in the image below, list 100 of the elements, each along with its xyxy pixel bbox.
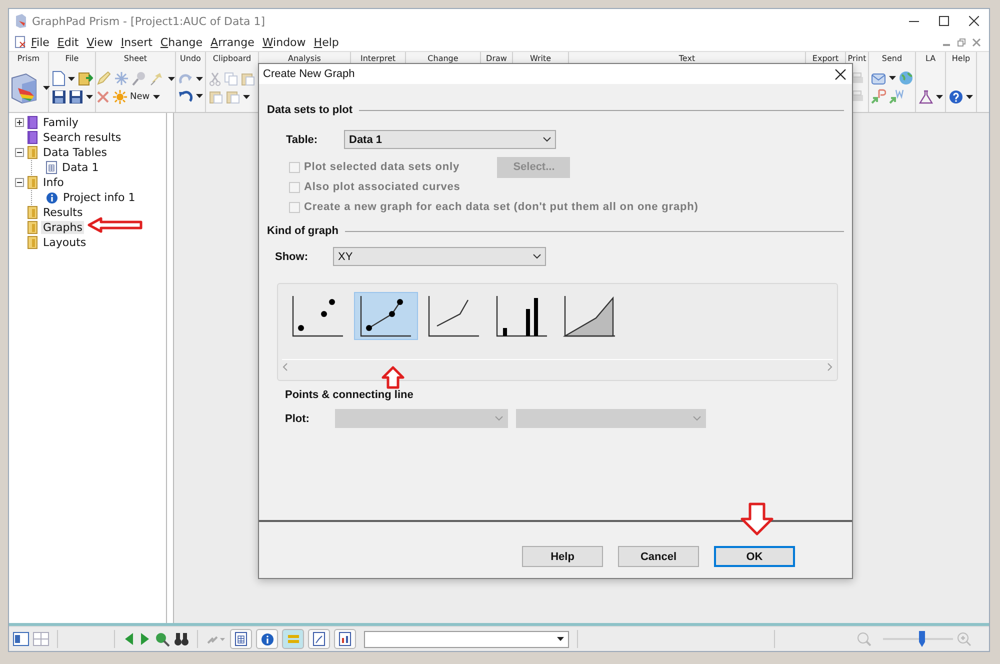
menu-item[interactable]: Edit [53, 36, 83, 48]
group-label: Print [848, 53, 866, 65]
group-label: Undo [180, 53, 201, 65]
caret-icon [936, 94, 942, 98]
caret-icon [889, 76, 896, 80]
microphone-icon[interactable] [132, 71, 147, 86]
info-icon[interactable] [260, 632, 274, 646]
menu-item[interactable]: Change [156, 36, 207, 48]
restore-icon[interactable] [957, 38, 966, 46]
menu-item[interactable]: Window [258, 36, 310, 48]
folder-icon [27, 221, 38, 234]
tile-icon[interactable] [33, 632, 49, 646]
forward-icon[interactable] [139, 632, 151, 646]
caret-icon [86, 95, 92, 99]
back-icon[interactable] [123, 632, 135, 646]
tree-item[interactable]: Results [41, 206, 85, 219]
area-chart-icon [563, 294, 617, 338]
table-dropdown[interactable]: Data 1 [344, 130, 556, 149]
dialog-button[interactable]: Help [522, 546, 603, 567]
folder-icon [27, 236, 38, 249]
window-layout-icon[interactable] [13, 632, 29, 646]
section-heading: Kind of graph [267, 225, 338, 237]
caret-icon [543, 137, 551, 142]
book-icon [27, 116, 38, 129]
tree-item[interactable]: Graphs [41, 221, 84, 234]
zoom-in-icon[interactable] [957, 632, 971, 646]
zoom-out-icon[interactable] [857, 632, 871, 646]
slider-thumb[interactable] [918, 631, 926, 647]
search-icon[interactable] [155, 632, 170, 646]
snowflake-icon[interactable] [114, 71, 129, 86]
group-label: Send [882, 53, 902, 65]
collapse-icon[interactable] [15, 148, 24, 157]
paste-icon[interactable] [241, 72, 255, 86]
data-table-icon[interactable] [235, 632, 247, 646]
tree-item[interactable]: Search results [41, 131, 124, 144]
w-export-icon[interactable] [889, 89, 904, 104]
tree-item[interactable]: Data 1 [60, 161, 101, 174]
binoculars-icon[interactable] [174, 632, 189, 646]
group-label: Draw [486, 53, 507, 65]
group-label: File [65, 53, 79, 65]
tree-item[interactable]: Project info 1 [61, 191, 138, 204]
pencil-icon[interactable] [96, 71, 111, 86]
tree-item[interactable]: Info [41, 176, 66, 189]
scroll-left-icon[interactable] [282, 363, 288, 371]
scissors-icon[interactable] [209, 72, 221, 86]
graph-type-option[interactable] [354, 292, 418, 340]
save-as-icon[interactable] [68, 90, 82, 104]
graph-icon[interactable] [313, 632, 325, 646]
maximize-icon[interactable] [939, 16, 949, 26]
annotation-arrow [381, 366, 405, 389]
new-item-icon[interactable] [113, 90, 127, 104]
tree-item[interactable]: Layouts [41, 236, 88, 249]
tree-item[interactable]: Data Tables [41, 146, 109, 159]
app-icon [15, 14, 27, 28]
bar-chart-icon [495, 294, 549, 338]
group-label: Sheet [124, 53, 148, 65]
menu-item[interactable]: Arrange [206, 36, 258, 48]
paste-menu-icon[interactable] [226, 90, 240, 104]
info-icon [46, 192, 58, 204]
menu-item[interactable]: View [82, 36, 117, 48]
section-heading: Data sets to plot [267, 104, 353, 116]
caret-icon [196, 77, 203, 81]
table-icon [46, 161, 57, 174]
layout-icon[interactable] [339, 632, 351, 646]
annotation-arrow [87, 217, 143, 233]
new-document-icon[interactable] [52, 71, 64, 86]
copy-icon[interactable] [224, 72, 238, 86]
p-export-icon[interactable] [871, 89, 886, 104]
field-label: Show: [275, 250, 309, 262]
new-menu-button[interactable]: New [130, 92, 160, 102]
flask-icon[interactable] [918, 90, 932, 104]
tree-item[interactable]: Family [41, 116, 80, 129]
dialog-button[interactable]: Cancel [618, 546, 699, 567]
show-dropdown[interactable]: XY [333, 247, 546, 266]
paste-special-icon[interactable] [209, 90, 223, 104]
mail-icon[interactable] [871, 71, 886, 85]
dropdown-caret-icon [557, 637, 564, 641]
scroll-right-icon[interactable] [827, 363, 833, 371]
undo-icon[interactable] [178, 90, 193, 102]
field-label: Plot: [285, 412, 310, 424]
collapse-icon[interactable] [15, 178, 24, 187]
menu-item[interactable]: Help [310, 36, 343, 48]
help-icon[interactable] [949, 90, 963, 104]
save-icon[interactable] [52, 90, 66, 104]
checkbox-label: Create a new graph for each data set (don't put them all on one graph) [304, 201, 698, 213]
menu-item[interactable]: Insert [116, 36, 156, 48]
dialog-title: Create New Graph [263, 68, 356, 80]
group-label: Text [678, 53, 696, 65]
sheet-dropdown[interactable] [364, 630, 569, 648]
expand-icon[interactable] [15, 118, 24, 127]
dialog-button[interactable]: OK [714, 546, 795, 567]
close-icon[interactable] [969, 16, 979, 26]
close-icon[interactable] [835, 68, 846, 80]
menu-item[interactable]: File [27, 36, 54, 48]
group-label: Interpret [360, 53, 396, 65]
pin-icon[interactable] [150, 71, 165, 86]
scatter-plot-icon [291, 294, 345, 338]
globe-icon[interactable] [899, 71, 913, 85]
delete-icon[interactable] [96, 90, 110, 104]
zoom-slider[interactable] [883, 630, 953, 648]
